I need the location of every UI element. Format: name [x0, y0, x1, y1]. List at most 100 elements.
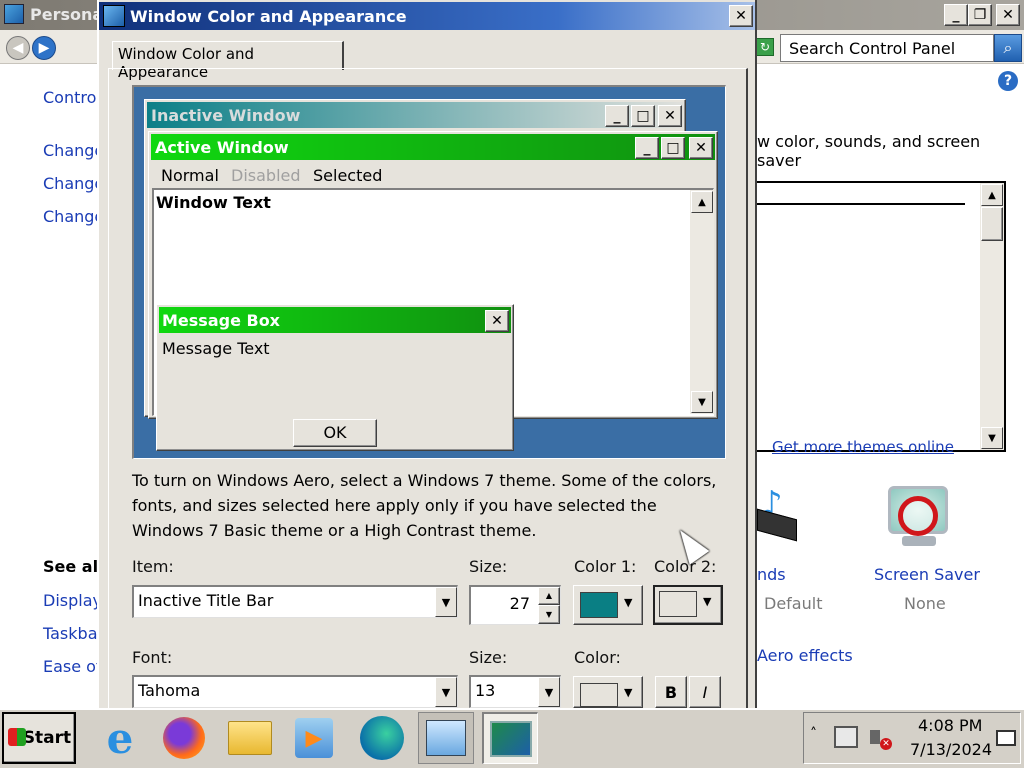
dialog-title: Window Color and Appearance: [130, 7, 407, 26]
aero-effects-link[interactable]: Aero effects: [757, 646, 853, 665]
monitor-stand-icon: [902, 536, 936, 546]
font-dropdown-icon[interactable]: ▼: [435, 677, 457, 707]
active-close-icon: ✕: [689, 137, 713, 159]
menu-selected: Selected: [313, 166, 383, 185]
personalization-description: w color, sounds, and screen saver: [757, 132, 981, 170]
item-dropdown-icon[interactable]: ▼: [435, 587, 457, 617]
help-icon[interactable]: ?: [998, 71, 1018, 91]
scroll-down-button[interactable]: ▼: [981, 427, 1003, 449]
color2-label: Color 2:: [654, 557, 717, 576]
bold-button[interactable]: B: [655, 676, 687, 708]
preview-area: Inactive Window _ □ ✕ Active Window _ □ …: [132, 85, 726, 459]
active-maximize-icon: □: [661, 137, 685, 159]
refresh-icon[interactable]: ↻: [756, 38, 774, 56]
size-down-icon[interactable]: ▼: [538, 605, 560, 624]
tab-window-color-appearance[interactable]: Window Color and Appearance: [112, 41, 344, 81]
sounds-value: Default: [764, 594, 823, 613]
see-also-taskbar[interactable]: Taskba: [43, 624, 98, 643]
color1-button[interactable]: ▼: [573, 585, 643, 625]
bold-label: B: [664, 683, 678, 702]
font-size-value: 13: [475, 681, 496, 700]
inactive-close-icon: ✕: [658, 105, 682, 127]
color2-swatch: [659, 591, 697, 617]
tray-expand-icon[interactable]: ˄: [810, 726, 817, 742]
size-label: Size:: [469, 557, 508, 576]
get-more-themes-link[interactable]: Get more themes online: [772, 438, 954, 456]
edge-icon[interactable]: [354, 712, 410, 764]
network-icon[interactable]: [834, 726, 858, 748]
see-also-display[interactable]: Display: [43, 591, 102, 610]
forward-icon[interactable]: ▶: [32, 36, 56, 60]
clock-time[interactable]: 4:08 PM: [918, 716, 982, 735]
font-color-label: Color:: [574, 648, 621, 667]
change-link-1[interactable]: Change: [43, 141, 104, 160]
firefox-icon[interactable]: [156, 712, 212, 764]
control-panel-task-icon[interactable]: [418, 712, 474, 764]
minimize-button[interactable]: _: [944, 4, 968, 26]
themes-scrollbar[interactable]: ▲ ▼: [980, 183, 1004, 450]
media-player-icon[interactable]: ▶: [286, 712, 342, 764]
screen-saver-value: None: [904, 594, 946, 613]
dialog-close-button[interactable]: ✕: [729, 5, 753, 27]
message-box-title: Message Box: [162, 311, 280, 330]
font-label: Font:: [132, 648, 173, 667]
font-size-select[interactable]: 13 ▼: [469, 675, 561, 708]
notification-icon[interactable]: [996, 730, 1016, 746]
preview-message-box: Message Box ✕ Message Text OK: [156, 304, 514, 451]
active-title: Active Window: [155, 138, 289, 157]
aero-info-text: To turn on Windows Aero, select a Window…: [132, 471, 717, 540]
change-link-3[interactable]: Change: [43, 207, 104, 226]
clock-date[interactable]: 7/13/2024: [910, 740, 992, 759]
font-color-swatch: [580, 683, 618, 707]
item-label: Item:: [132, 557, 174, 576]
start-button[interactable]: Start: [2, 712, 76, 764]
screen-saver-link[interactable]: Screen Saver: [874, 565, 980, 584]
search-icon[interactable]: ⌕: [994, 34, 1022, 62]
control-panel-link[interactable]: Control: [43, 88, 101, 107]
see-also-ease-of-access[interactable]: Ease of: [43, 657, 102, 676]
scroll-up-button[interactable]: ▲: [981, 184, 1003, 206]
message-text: Message Text: [162, 339, 270, 358]
display-settings-task-icon[interactable]: [482, 712, 538, 764]
internet-explorer-icon[interactable]: e: [92, 712, 148, 764]
inactive-title: Inactive Window: [151, 106, 301, 125]
italic-label: I: [702, 683, 708, 702]
font-value: Tahoma: [138, 681, 201, 700]
dialog-icon: [103, 5, 125, 27]
italic-button[interactable]: I: [689, 676, 721, 708]
maximize-button[interactable]: ❐: [968, 4, 992, 26]
menu-disabled: Disabled: [231, 166, 301, 185]
item-value: Inactive Title Bar: [138, 591, 274, 610]
font-select[interactable]: Tahoma ▼: [132, 675, 458, 708]
preview-scroll-up-icon: ▲: [691, 191, 713, 213]
appearance-dialog: Window Color and Appearance ✕ Window Col…: [97, 0, 757, 708]
change-link-2[interactable]: Change: [43, 174, 104, 193]
item-select[interactable]: Inactive Title Bar ▼: [132, 585, 458, 618]
font-size-label: Size:: [469, 648, 508, 667]
themes-list[interactable]: Get more themes online ▲ ▼: [757, 181, 1006, 456]
windows-logo-icon: [8, 728, 26, 746]
size-up-icon[interactable]: ▲: [538, 587, 560, 605]
file-explorer-icon[interactable]: [222, 712, 278, 764]
search-placeholder: Search Control Panel: [789, 39, 956, 58]
search-input[interactable]: Search Control Panel: [780, 34, 994, 62]
size-spinner[interactable]: 27 ▲ ▼: [469, 585, 561, 625]
scroll-thumb[interactable]: [981, 207, 1003, 241]
inactive-minimize-icon: _: [605, 105, 629, 127]
color2-dropdown-icon: ▼: [703, 595, 712, 608]
back-icon[interactable]: ◀: [6, 36, 30, 60]
font-size-dropdown-icon[interactable]: ▼: [538, 677, 560, 707]
ok-label: OK: [323, 423, 347, 442]
font-color-button[interactable]: ▼: [573, 676, 643, 708]
sounds-link[interactable]: nds: [757, 565, 786, 584]
window-icon: [4, 4, 24, 24]
sounds-icon[interactable]: ♪: [757, 484, 801, 550]
menu-normal: Normal: [161, 166, 219, 185]
inactive-maximize-icon: □: [631, 105, 655, 127]
volume-muted-icon[interactable]: ✕: [868, 726, 894, 750]
preview-scroll-down-icon: ▼: [691, 391, 713, 413]
close-button[interactable]: ✕: [996, 4, 1020, 26]
message-box-close-icon: ✕: [485, 310, 509, 332]
screen-saver-icon[interactable]: [880, 482, 964, 552]
color2-button[interactable]: ▼: [653, 585, 723, 625]
